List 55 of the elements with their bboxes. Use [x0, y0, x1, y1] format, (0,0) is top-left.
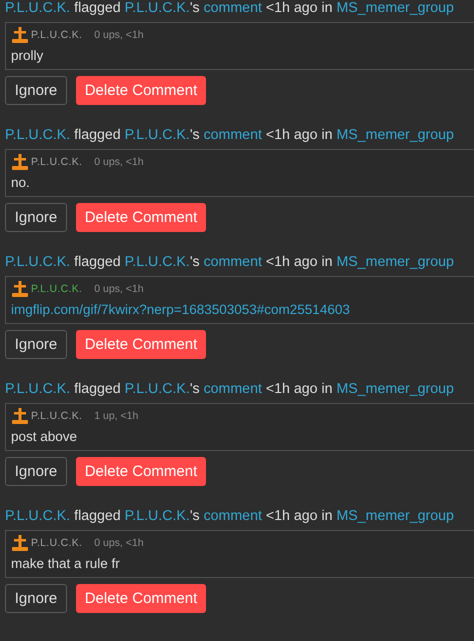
delete-comment-button[interactable]: Delete Comment [76, 330, 206, 359]
comment-link[interactable]: comment [204, 508, 262, 524]
group-link[interactable]: MS_memer_group [336, 127, 454, 143]
comment-author[interactable]: P.L.U.C.K. [31, 29, 82, 41]
comment-meta: 1 up, <1h [94, 410, 138, 422]
user-link[interactable]: P.L.U.C.K. [5, 127, 70, 143]
delete-comment-button[interactable]: Delete Comment [76, 76, 206, 105]
group-link[interactable]: MS_memer_group [336, 381, 454, 397]
avatar-icon [11, 534, 29, 552]
user-link[interactable]: P.L.U.C.K. [124, 0, 190, 16]
flag-notice: P.L.U.C.K. flagged P.L.U.C.K.'s comment <1h ago in MS_memer_group [5, 381, 455, 397]
ignore-button[interactable]: Ignore [5, 584, 67, 613]
comment-author[interactable]: P.L.U.C.K. [31, 156, 82, 168]
comment-link[interactable]: comment [204, 381, 262, 397]
user-link[interactable]: P.L.U.C.K. [5, 0, 70, 16]
comment-link[interactable]: comment [204, 127, 262, 143]
comment-link-text[interactable]: imgflip.com/gif/7kwirx?nerp=1683503053#com25514603 [11, 301, 474, 319]
comment-meta: 0 ups, <1h [94, 283, 144, 295]
user-link[interactable]: P.L.U.C.K. [5, 381, 70, 397]
ignore-button[interactable]: Ignore [5, 330, 67, 359]
user-link[interactable]: P.L.U.C.K. [124, 254, 190, 270]
avatar-icon [11, 26, 29, 44]
flag-notice: P.L.U.C.K. flagged P.L.U.C.K.'s comment <1h ago in MS_memer_group [5, 0, 455, 16]
comment-text: post above [11, 428, 78, 446]
avatar-icon [11, 407, 29, 425]
user-link[interactable]: P.L.U.C.K. [124, 127, 190, 143]
flag-notice: P.L.U.C.K. flagged P.L.U.C.K.'s comment <1h ago in MS_memer_group [5, 254, 455, 270]
avatar-icon [11, 153, 29, 171]
delete-comment-button[interactable]: Delete Comment [76, 457, 206, 486]
flag-notice: P.L.U.C.K. flagged P.L.U.C.K.'s comment <1h ago in MS_memer_group [5, 127, 455, 143]
ignore-button[interactable]: Ignore [5, 457, 67, 486]
user-link[interactable]: P.L.U.C.K. [124, 381, 190, 397]
user-link[interactable]: P.L.U.C.K. [124, 508, 190, 524]
group-link[interactable]: MS_memer_group [336, 0, 454, 16]
delete-comment-button[interactable]: Delete Comment [76, 203, 206, 232]
comment-link[interactable]: comment [204, 254, 262, 270]
comment-meta: 0 ups, <1h [94, 537, 144, 549]
user-link[interactable]: P.L.U.C.K. [5, 508, 70, 524]
avatar-icon [11, 280, 29, 298]
user-link[interactable]: P.L.U.C.K. [5, 254, 70, 270]
comment-text: make that a rule fr [11, 555, 121, 573]
comment-author[interactable]: P.L.U.C.K. [31, 537, 82, 549]
delete-comment-button[interactable]: Delete Comment [76, 584, 206, 613]
ignore-button[interactable]: Ignore [5, 203, 67, 232]
ignore-button[interactable]: Ignore [5, 76, 67, 105]
comment-author[interactable]: P.L.U.C.K. [31, 283, 82, 295]
comment-author[interactable]: P.L.U.C.K. [31, 410, 82, 422]
group-link[interactable]: MS_memer_group [336, 254, 454, 270]
comment-meta: 0 ups, <1h [94, 29, 144, 41]
comment-text: prolly [11, 47, 44, 65]
group-link[interactable]: MS_memer_group [336, 508, 454, 524]
comment-link[interactable]: comment [204, 0, 262, 16]
comment-meta: 0 ups, <1h [94, 156, 144, 168]
flag-notice: P.L.U.C.K. flagged P.L.U.C.K.'s comment <1h ago in MS_memer_group [5, 508, 455, 524]
comment-text: no. [11, 174, 31, 192]
